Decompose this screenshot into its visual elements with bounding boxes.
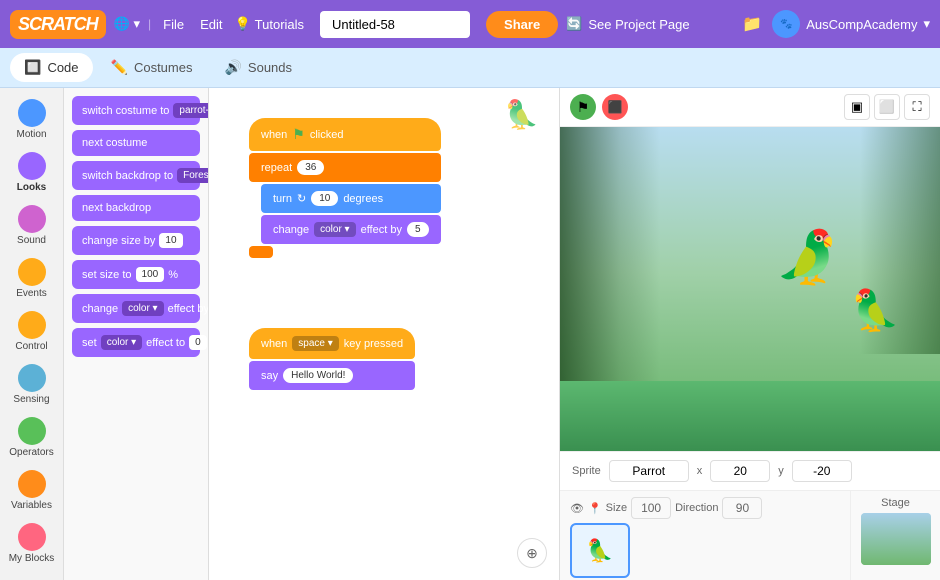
tutorials-link[interactable]: 💡 Tutorials [234,16,304,32]
main-area: Motion Looks Sound Events Control Sensin… [0,88,940,580]
block-change-color[interactable]: change color ▾ effect by 25 [72,294,200,323]
scratch-logo[interactable]: SCRATCH [10,10,106,39]
block-switch-costume[interactable]: switch costume to parrot-b ▾ [72,96,200,125]
sidebar-item-variables[interactable]: Variables [0,465,63,516]
sprite-thumbnail[interactable]: 🦜 [570,523,630,578]
sprite-section: 👁 📍 Size 100 Direction 90 🦜 Stage [560,490,940,580]
when-key-block[interactable]: when space ▾ key pressed [249,328,415,359]
folder-icon[interactable]: 📁 [742,14,762,34]
blocks-panel: switch costume to parrot-b ▾ next costum… [64,88,209,580]
looks-dot [18,152,46,180]
sprite-name-value[interactable]: Parrot [609,460,689,482]
blocks-sidebar: Motion Looks Sound Events Control Sensin… [0,88,64,580]
sidebar-item-operators[interactable]: Operators [0,412,63,463]
top-nav: SCRATCH 🌐 ▾ | File Edit 💡 Tutorials Shar… [0,0,940,48]
control-dot [18,311,46,339]
tab-costumes[interactable]: ✏️ Costumes [97,53,207,82]
script-group-2: when space ▾ key pressed say Hello World… [249,328,415,392]
block-change-size[interactable]: change size by 10 [72,226,200,255]
scripts-area[interactable]: 🦜 when ⚑ clicked repeat 36 turn ↻ 10 deg… [209,88,560,580]
edit-menu[interactable]: Edit [196,17,226,32]
scripts-sprite-preview: 🦜 [504,98,539,131]
block-next-costume[interactable]: next costume [72,130,200,156]
motion-dot [18,99,46,127]
sensing-dot [18,364,46,392]
sidebar-item-sound[interactable]: Sound [0,200,63,251]
see-project-link[interactable]: 🔄 See Project Page [566,16,689,32]
script-group-1: when ⚑ clicked repeat 36 turn ↻ 10 degre… [249,118,441,260]
block-set-color[interactable]: set color ▾ effect to 0 [72,328,200,357]
grass [560,381,940,451]
repeat-end-bracket [249,246,273,258]
repeat-block[interactable]: repeat 36 [249,153,441,182]
flag-icon: ⚑ [292,126,305,143]
sprite-parrot-pink: 🦜 [850,287,900,334]
direction-value[interactable]: 90 [722,497,762,519]
sprite-parrot-teal: 🦜 [775,227,840,288]
sounds-icon: 🔊 [224,59,241,76]
stage-view-buttons: ▣ ⬜ ⛶ [844,94,930,120]
sidebar-item-events[interactable]: Events [0,253,63,304]
stage-area: ⚑ ⬛ ▣ ⬜ ⛶ 🦜 🦜 Sprite Parrot x [560,88,940,580]
block-next-backdrop[interactable]: next backdrop [72,195,200,221]
sound-dot [18,205,46,233]
green-flag-button[interactable]: ⚑ [570,94,596,120]
block-switch-backdrop[interactable]: switch backdrop to Forest ▾ [72,161,200,190]
large-stage-button[interactable]: ⬜ [874,94,900,120]
sprite-list: 👁 📍 Size 100 Direction 90 🦜 [560,491,850,580]
when-flag-block[interactable]: when ⚑ clicked [249,118,441,151]
stage-thumbnail[interactable] [861,513,931,565]
events-dot [18,258,46,286]
turn-block[interactable]: turn ↻ 10 degrees [261,184,441,213]
stage-thumbnail-section: Stage [850,491,940,580]
block-set-size[interactable]: set size to 100 % [72,260,200,289]
tab-code[interactable]: 🔲 Code [10,53,93,82]
fullscreen-button[interactable]: ⛶ [904,94,930,120]
sidebar-item-motion[interactable]: Motion [0,94,63,145]
nav-right: 📁 🐾 AusCompAcademy ▾ [742,10,930,38]
file-menu[interactable]: File [159,17,188,32]
costumes-icon: ✏️ [111,59,128,76]
sprite-y-value[interactable]: -20 [792,460,852,482]
stage-controls: ⚑ ⬛ ▣ ⬜ ⛶ [560,88,940,127]
tab-sounds[interactable]: 🔊 Sounds [210,53,306,82]
share-button[interactable]: Share [486,11,558,38]
change-color-block[interactable]: change color ▾ effect by 5 [261,215,441,244]
operators-dot [18,417,46,445]
size-value[interactable]: 100 [631,497,671,519]
language-selector[interactable]: 🌐 ▾ [114,16,140,32]
stage-canvas: 🦜 🦜 [560,127,940,451]
stop-button[interactable]: ⬛ [602,94,628,120]
say-block[interactable]: say Hello World! [249,361,415,390]
variables-dot [18,470,46,498]
sidebar-item-sensing[interactable]: Sensing [0,359,63,410]
sprite-info-panel: Sprite Parrot x 20 y -20 [560,451,940,490]
avatar: 🐾 [772,10,800,38]
sidebar-item-myblocks[interactable]: My Blocks [0,518,63,569]
zoom-button[interactable]: ⊕ [517,538,547,568]
code-icon: 🔲 [24,59,41,76]
small-stage-button[interactable]: ▣ [844,94,870,120]
sidebar-item-looks[interactable]: Looks [0,147,63,198]
user-menu[interactable]: 🐾 AusCompAcademy ▾ [772,10,930,38]
project-title-input[interactable] [320,11,470,38]
tabs-bar: 🔲 Code ✏️ Costumes 🔊 Sounds [0,48,940,88]
myblocks-dot [18,523,46,551]
sprite-x-value[interactable]: 20 [710,460,770,482]
sidebar-item-control[interactable]: Control [0,306,63,357]
